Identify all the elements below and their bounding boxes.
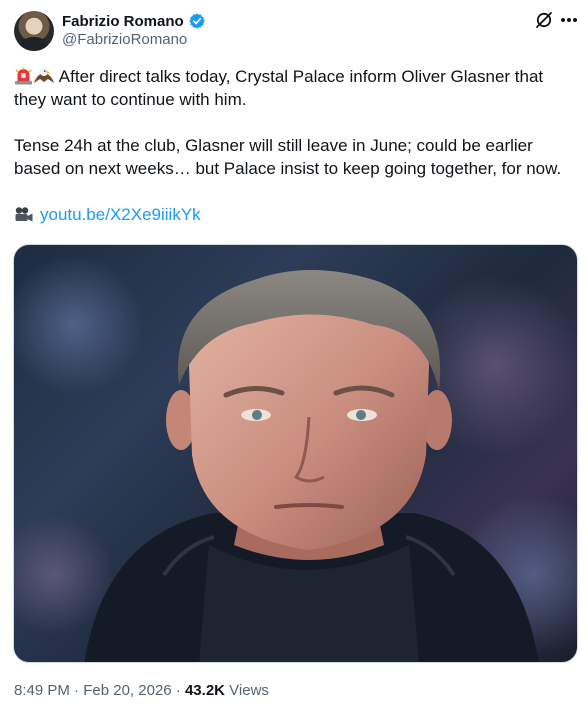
views-label: Views <box>229 682 269 699</box>
tweet-link-row: youtu.be/X2Xe9iiikYk <box>14 203 576 226</box>
author-avatar[interactable] <box>14 11 54 51</box>
views-count: 43.2K <box>184 682 225 699</box>
more-dot-icon <box>567 18 571 22</box>
tweet-date[interactable]: Feb 20, 2026 <box>83 682 171 699</box>
author-name-row: Fabrizio Romano <box>62 11 206 31</box>
tweet-body-line-2: Tense 24h at the club, Glasner will stil… <box>14 136 562 178</box>
more-dot-icon <box>561 18 565 22</box>
camera-emoji <box>15 206 33 221</box>
author-display-name[interactable]: Fabrizio Romano <box>62 13 184 30</box>
grok-icon[interactable] <box>534 10 554 30</box>
tweet-time[interactable]: 8:49 PM <box>14 682 70 699</box>
tweet-media-photo[interactable] <box>13 244 578 663</box>
tweet-paragraph-1: After direct talks today, Crystal Palace… <box>14 65 576 111</box>
more-options-icon[interactable] <box>559 10 579 30</box>
portrait-illustration <box>14 255 577 662</box>
siren-emoji <box>15 67 32 85</box>
tweet-footer: 8:49 PM · Feb 20, 2026 · 43.2K Views <box>14 682 269 699</box>
more-dot-icon <box>573 18 577 22</box>
author-handle[interactable]: @FabrizioRomano <box>62 31 187 48</box>
eagle-emoji <box>34 68 54 83</box>
tweet-link[interactable]: youtu.be/X2Xe9iiikYk <box>40 203 201 226</box>
tweet-body-line-1: After direct talks today, Crystal Palace… <box>14 67 544 109</box>
verified-badge-icon[interactable] <box>188 12 206 30</box>
tweet-text: After direct talks today, Crystal Palace… <box>14 65 576 226</box>
